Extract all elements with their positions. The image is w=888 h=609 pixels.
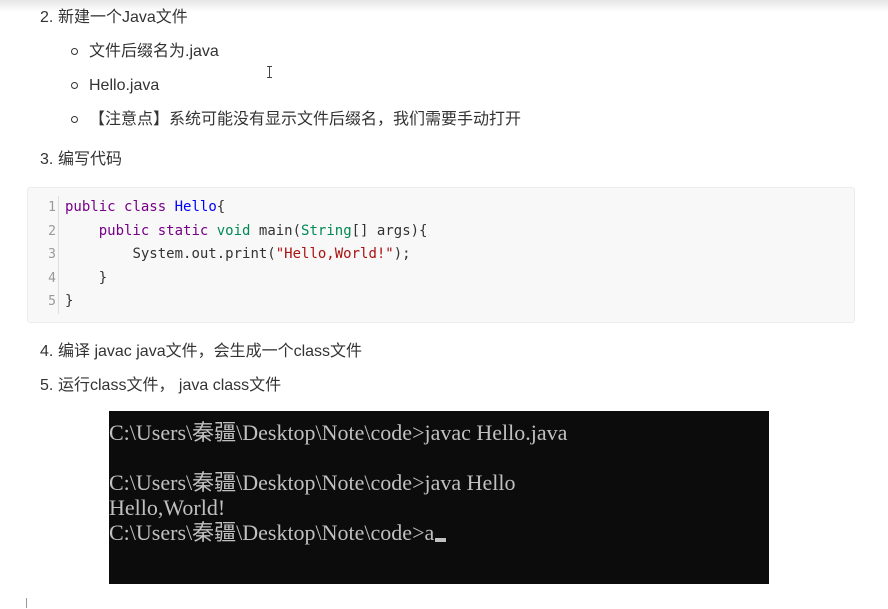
list-number-4: 4. bbox=[40, 343, 54, 360]
code-token: [] args){ bbox=[351, 222, 428, 239]
gutter-divider bbox=[58, 196, 59, 314]
terminal-cursor-icon bbox=[435, 538, 447, 542]
code-token: void bbox=[216, 222, 251, 239]
margin-marker bbox=[26, 598, 27, 608]
code-line: } bbox=[65, 290, 427, 314]
sub-item-note: 【注意点】系统可能没有显示文件后缀名，我们需要手动打开 bbox=[89, 111, 522, 128]
bullet-icon bbox=[71, 48, 78, 55]
code-token: main( bbox=[250, 222, 302, 239]
code-token: } bbox=[65, 293, 74, 309]
code-token: class bbox=[124, 199, 167, 215]
code-line: System.out.print("Hello,World!"); bbox=[65, 243, 427, 267]
terminal-line: C:\Users\秦疆\Desktop\Note\code>java Hello bbox=[109, 470, 516, 495]
line-number-gutter: 1 2 3 4 5 bbox=[28, 196, 56, 314]
code-token: } bbox=[98, 269, 108, 286]
code-line: } bbox=[65, 267, 427, 291]
bullet-icon bbox=[71, 116, 78, 123]
line-number: 2 bbox=[48, 223, 56, 239]
terminal-line: Hello,World! bbox=[109, 495, 226, 520]
code-line: public static void main(String[] args){ bbox=[65, 220, 428, 244]
list-item-run: 运行class文件， java class文件 bbox=[58, 377, 282, 394]
sub-item-suffix: 文件后缀名为.java bbox=[89, 43, 219, 60]
list-number-3: 3. bbox=[40, 151, 54, 168]
terminal-line: C:\Users\秦疆\Desktop\Note\code>javac Hell… bbox=[109, 420, 568, 445]
terminal-screenshot: C:\Users\秦疆\Desktop\Note\code>javac Hell… bbox=[109, 411, 769, 584]
line-number: 4 bbox=[48, 270, 56, 286]
sub-item-hello-java: Hello.java bbox=[89, 77, 160, 94]
list-item-compile: 编译 javac java文件，会生成一个class文件 bbox=[58, 343, 363, 360]
line-number: 1 bbox=[48, 200, 56, 215]
terminal-prompt-line: C:\Users\秦疆\Desktop\Note\code>a bbox=[109, 520, 447, 545]
code-token: ); bbox=[393, 246, 411, 262]
code-token: public bbox=[65, 199, 116, 215]
bullet-icon bbox=[71, 82, 78, 89]
code-token: public bbox=[98, 222, 150, 239]
code-token: Hello bbox=[174, 199, 217, 215]
list-number-5: 5. bbox=[40, 377, 54, 394]
code-token: { bbox=[216, 199, 226, 215]
list-item-write-code: 编写代码 bbox=[58, 151, 123, 168]
list-item-new-java-file: 新建一个Java文件 bbox=[58, 9, 188, 26]
code-token: static bbox=[157, 222, 209, 239]
code-editor[interactable]: public class Hello{ public static void m… bbox=[65, 196, 427, 314]
code-block[interactable]: 1 2 3 4 5 public class Hello{ public static … bbox=[27, 187, 855, 323]
code-line: public class Hello{ bbox=[65, 196, 427, 220]
code-token: String bbox=[301, 222, 352, 239]
code-token: "Hello,World!" bbox=[275, 246, 394, 262]
text-cursor-icon bbox=[267, 66, 272, 78]
line-number: 5 bbox=[48, 294, 56, 309]
code-token: System.out.print( bbox=[132, 246, 276, 262]
list-number-2: 2. bbox=[40, 9, 54, 26]
terminal-prompt-text: C:\Users\秦疆\Desktop\Note\code>a bbox=[109, 520, 435, 545]
line-number: 3 bbox=[48, 247, 56, 262]
